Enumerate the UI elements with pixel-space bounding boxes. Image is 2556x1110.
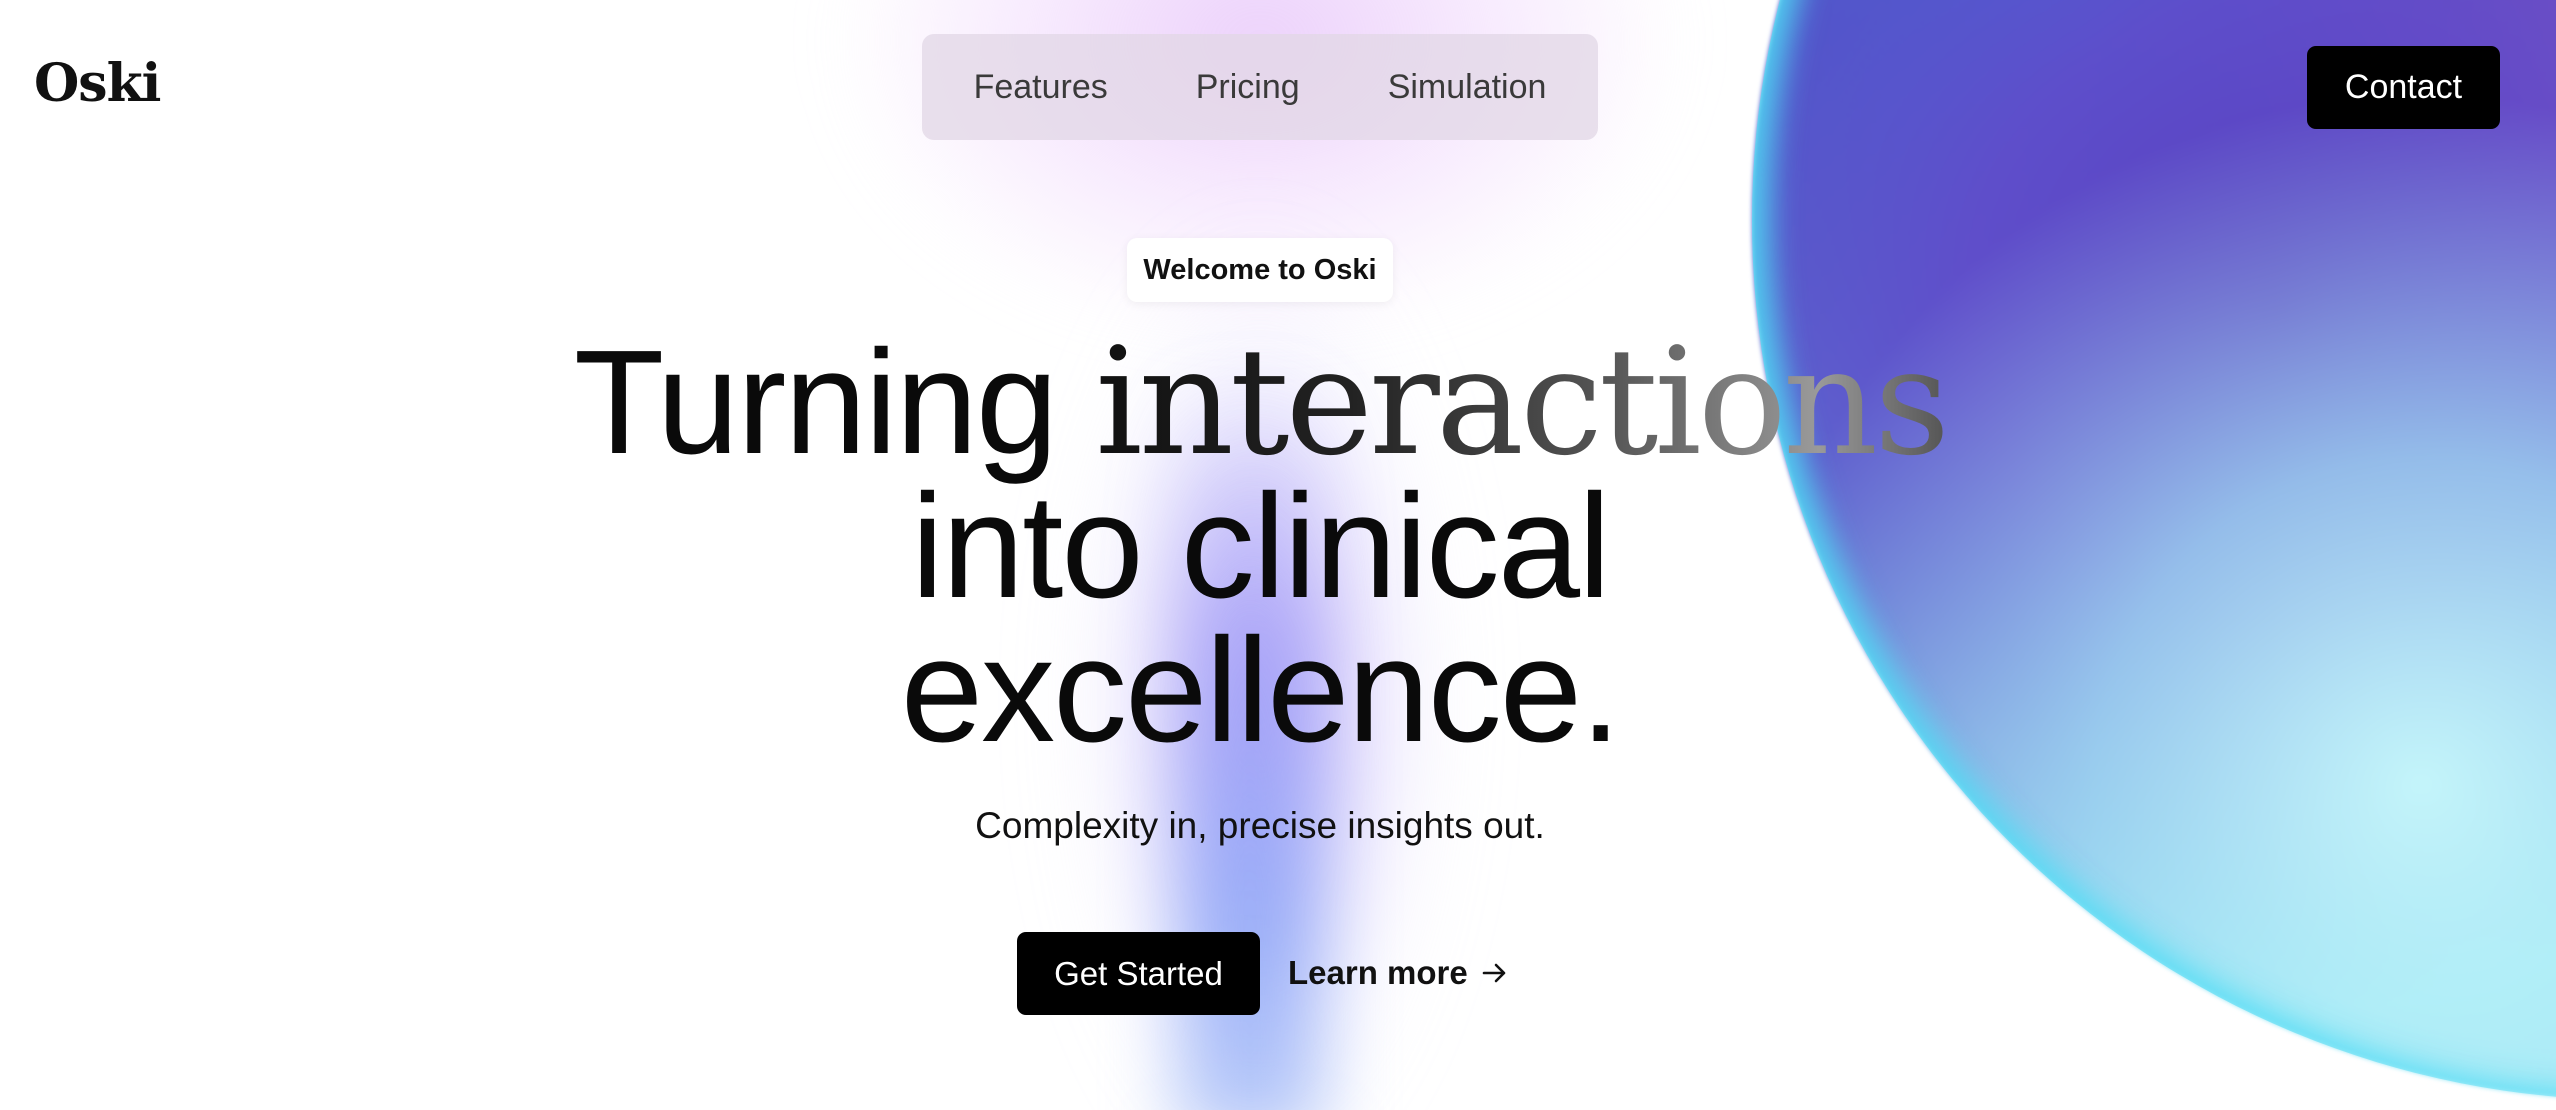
headline-word-turning: Turning	[573, 320, 1058, 485]
arrow-right-icon	[1482, 961, 1508, 985]
main-nav: Features Pricing Simulation	[922, 34, 1598, 140]
nav-item-pricing[interactable]: Pricing	[1196, 70, 1300, 104]
headline-line-1: Turning interactions	[500, 328, 2020, 477]
headline-line-2: into clinical	[911, 464, 1611, 629]
hero-subtitle: Complexity in, precise insights out.	[975, 805, 1545, 846]
headline-line-3: excellence.	[900, 608, 1621, 773]
get-started-button[interactable]: Get Started	[1017, 932, 1260, 1015]
contact-button[interactable]: Contact	[2307, 46, 2500, 129]
nav-item-simulation[interactable]: Simulation	[1388, 70, 1547, 104]
welcome-badge: Welcome to Oski	[1127, 238, 1393, 302]
headline-word-interactions: interactions	[1095, 316, 1950, 488]
hero-headline: Turning interactions into clinical excel…	[500, 328, 2020, 773]
nav-item-features[interactable]: Features	[974, 70, 1108, 104]
logo[interactable]: Oski	[34, 58, 161, 110]
learn-more-link[interactable]: Learn more	[1288, 950, 1508, 996]
learn-more-label: Learn more	[1288, 954, 1468, 991]
landing-page: Oski Features Pricing Simulation Contact…	[0, 0, 2556, 1110]
